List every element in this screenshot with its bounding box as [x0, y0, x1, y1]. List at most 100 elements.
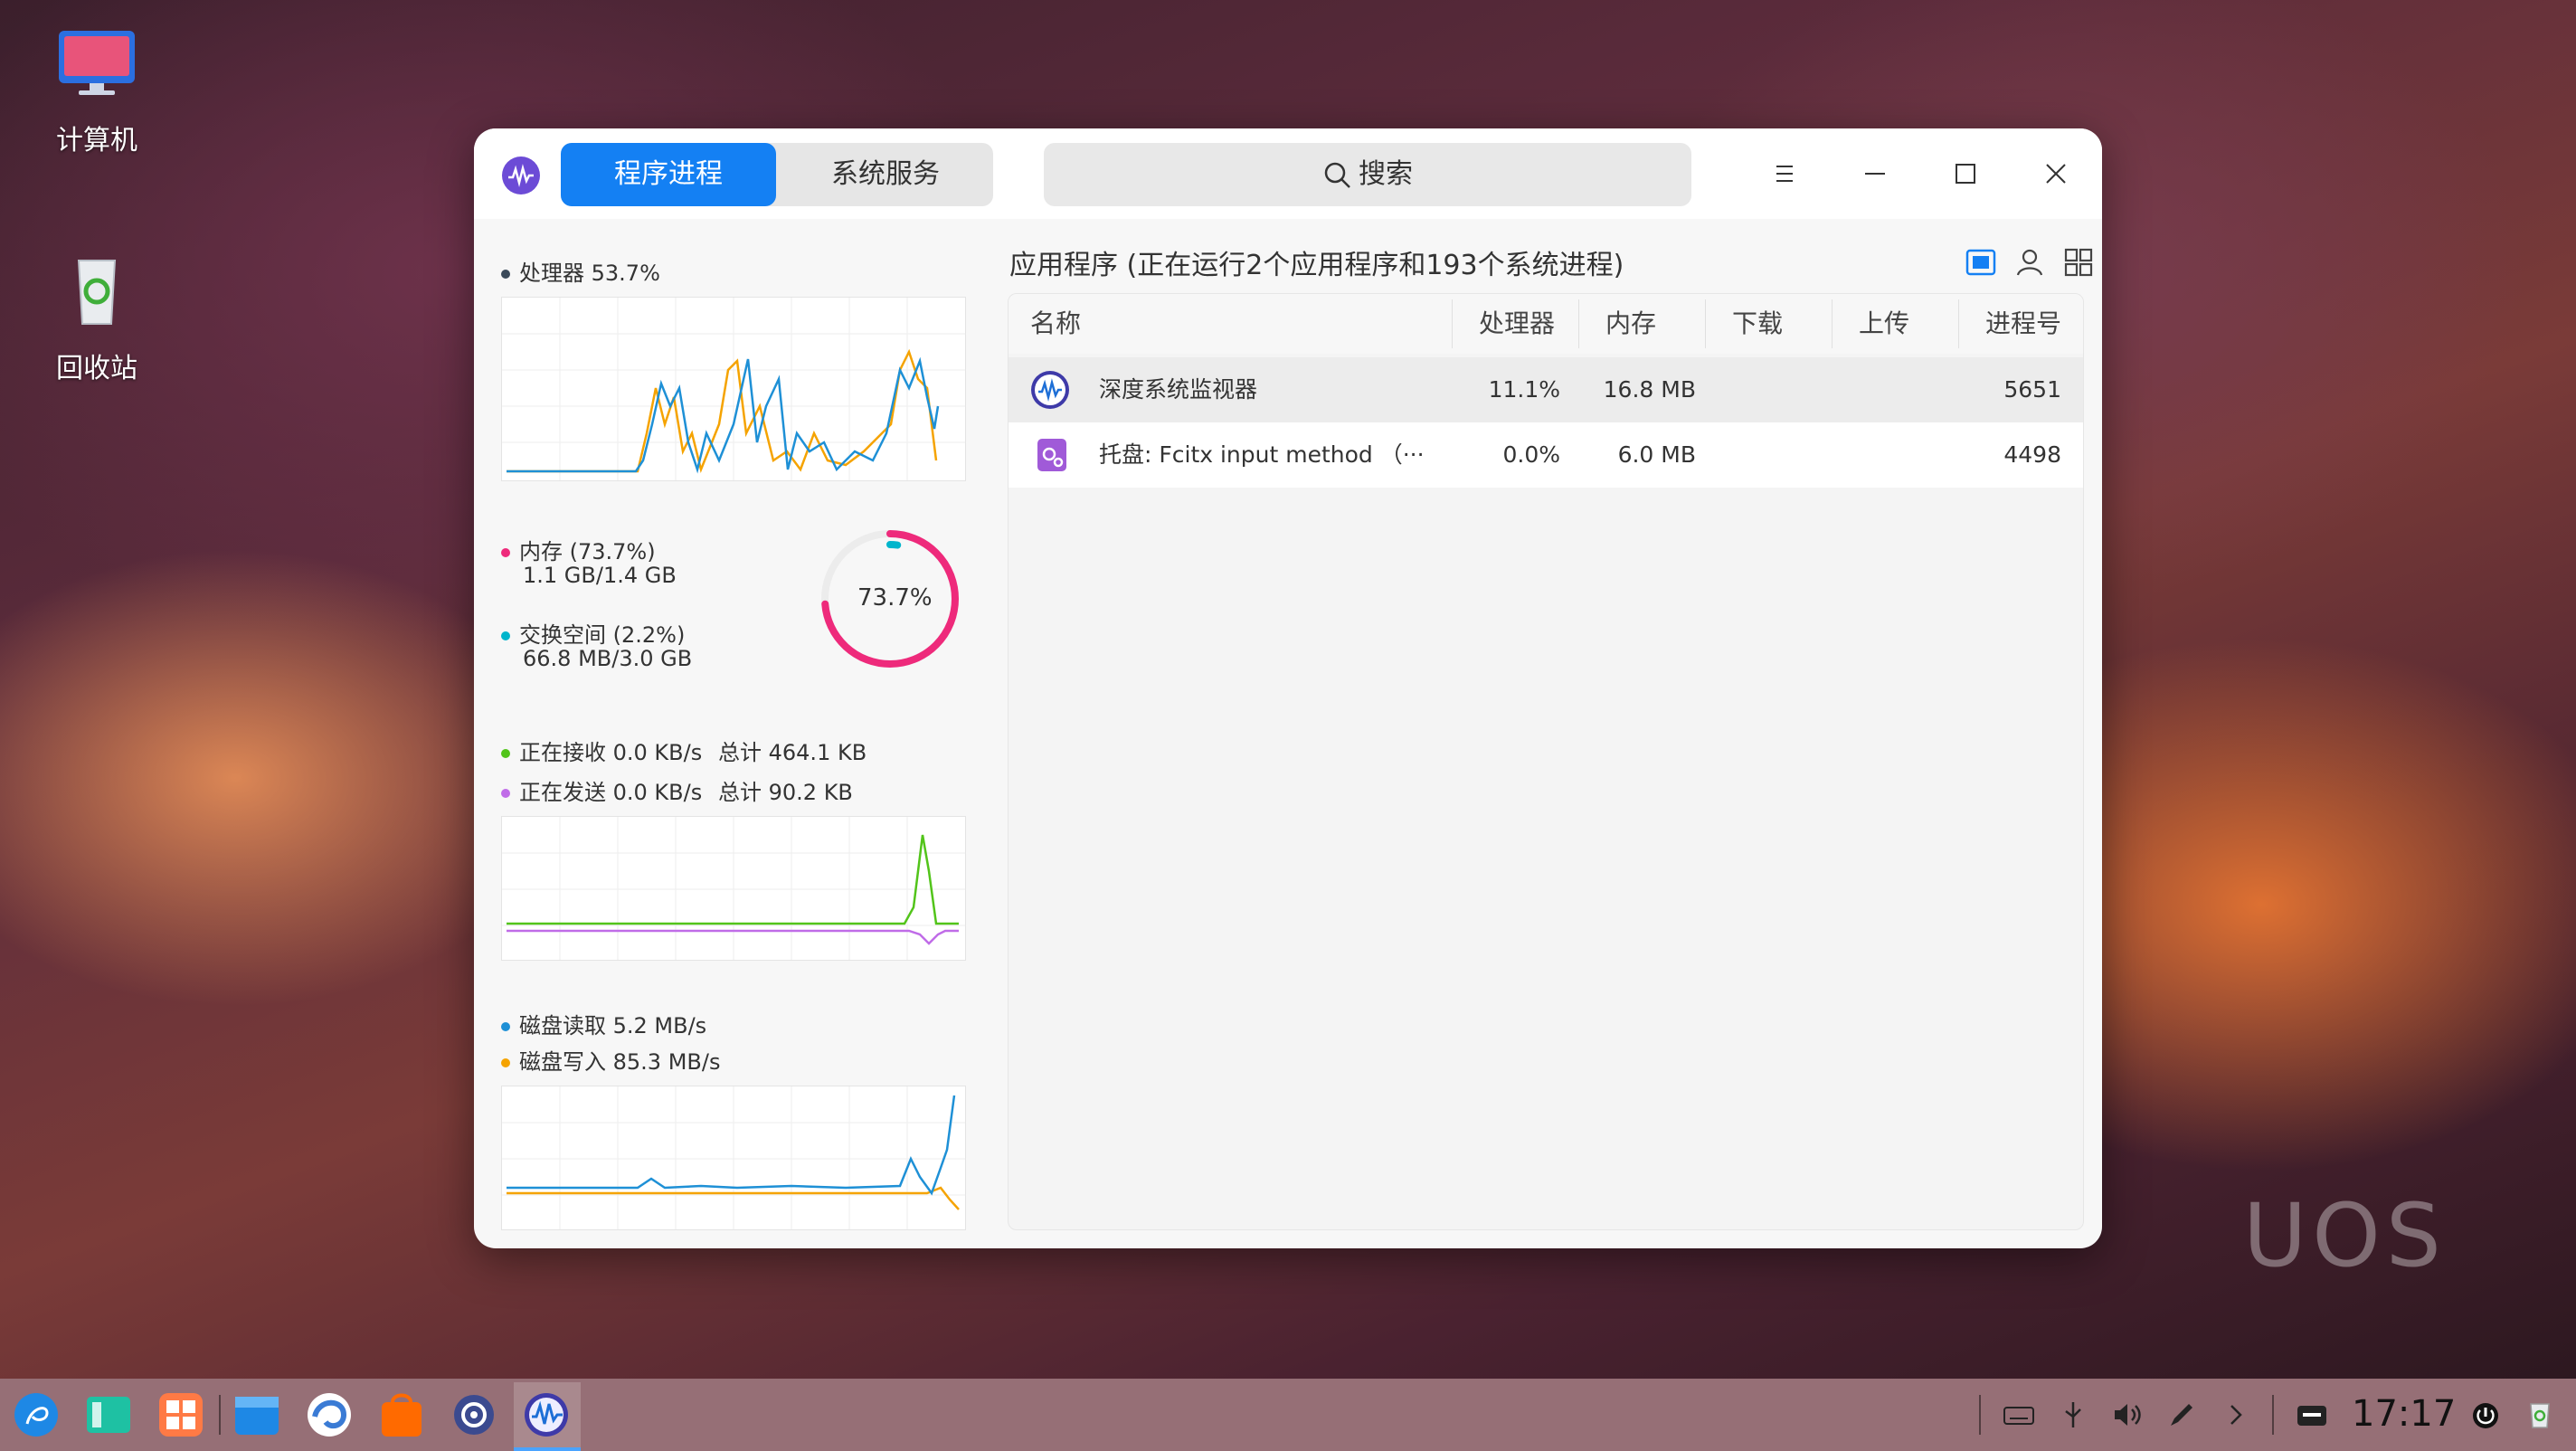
net-send-line: [507, 929, 959, 945]
trash-icon[interactable]: [2522, 1397, 2558, 1433]
column-header-name[interactable]: 名称: [1030, 294, 1081, 354]
maximize-icon[interactable]: [1943, 151, 1988, 196]
column-divider: [1832, 299, 1833, 348]
disk-write-label: 磁盘写入 85.3 MB/s: [501, 1044, 720, 1076]
all-view-icon[interactable]: [2060, 244, 2097, 280]
input-method-icon[interactable]: [2294, 1397, 2330, 1433]
recv-dot: [501, 749, 510, 758]
process-cpu: 0.0%: [1502, 441, 1560, 468]
minimize-icon[interactable]: [1852, 151, 1898, 196]
cpu-line-2: [507, 356, 940, 474]
cpu-chart: [501, 297, 966, 481]
process-memory: 16.8 MB: [1603, 376, 1696, 403]
system-monitor-icon[interactable]: [521, 1389, 572, 1440]
process-pid: 4498: [2003, 441, 2061, 468]
tab-group: 程序进程 系统服务: [561, 143, 993, 206]
memory-dot: [501, 548, 510, 557]
expand-arrow-icon[interactable]: [2218, 1397, 2254, 1433]
volume-icon[interactable]: [2109, 1397, 2145, 1433]
search-input[interactable]: 搜索: [1044, 143, 1691, 206]
search-placeholder: 搜索: [1359, 158, 1413, 190]
process-cpu: 11.1%: [1488, 376, 1560, 403]
pen-icon[interactable]: [2164, 1397, 2200, 1433]
column-divider: [1705, 299, 1706, 348]
taskbar: 17:17: [0, 1379, 2576, 1451]
send-dot: [501, 789, 510, 798]
cpu-dot: [501, 270, 510, 279]
app-view-icon[interactable]: [1963, 244, 1999, 280]
swap-dot: [501, 631, 510, 640]
disk-read-dot: [501, 1022, 510, 1031]
launcher-icon[interactable]: [11, 1389, 62, 1440]
clock[interactable]: 17:17: [2352, 1393, 2456, 1435]
desktop-icon-label: 回收站: [56, 353, 137, 384]
net-recv-line: [507, 834, 959, 925]
table-row[interactable]: 深度系统监视器 11.1% 16.8 MB 5651: [1009, 357, 2083, 422]
desktop-icon-label: 计算机: [56, 125, 137, 156]
network-chart: [501, 816, 966, 961]
column-header-upload[interactable]: 上传: [1859, 294, 1909, 354]
taskbar-divider: [2272, 1395, 2274, 1435]
close-icon[interactable]: [2033, 151, 2079, 196]
process-upload: [1841, 422, 1949, 488]
net-send-label: 正在发送 0.0 KB/s: [501, 774, 702, 806]
keyboard-icon[interactable]: [2001, 1397, 2037, 1433]
table-header: 名称 处理器 内存 下载 上传 进程号: [1009, 294, 2083, 354]
uos-watermark: UOS: [2243, 1185, 2447, 1286]
tab-services[interactable]: 系统服务: [778, 143, 993, 206]
desktop-icon-computer[interactable]: 计算机: [29, 27, 165, 157]
column-divider: [1958, 299, 1959, 348]
column-header-memory[interactable]: 内存: [1605, 294, 1656, 354]
disk-write-line: [507, 1186, 960, 1210]
system-monitor-icon: [1031, 371, 1069, 409]
titlebar: 程序进程 系统服务 搜索: [474, 128, 2102, 219]
memory-detail: 1.1 GB/1.4 GB: [523, 563, 677, 588]
system-monitor-logo-icon: [502, 156, 540, 194]
fcitx-tray-icon: [1037, 439, 1066, 471]
net-recv-total: 总计 464.1 KB: [718, 740, 867, 765]
net-send-total: 总计 90.2 KB: [718, 780, 853, 805]
process-download: [1714, 422, 1823, 488]
memory-ring-label: 73.7%: [857, 584, 933, 612]
file-manager-icon[interactable]: [232, 1389, 282, 1440]
column-divider: [1578, 299, 1579, 348]
process-download: [1714, 357, 1823, 422]
tab-processes[interactable]: 程序进程: [561, 143, 776, 206]
system-monitor-window: 程序进程 系统服务 搜索 处理器 53.7% 内存 (73.7%) 1.1 GB…: [474, 128, 2102, 1248]
menu-icon[interactable]: [1762, 151, 1807, 196]
column-header-cpu[interactable]: 处理器: [1479, 294, 1555, 354]
column-header-download[interactable]: 下载: [1732, 294, 1783, 354]
net-recv-label: 正在接收 0.0 KB/s: [501, 735, 702, 766]
taskbar-divider: [219, 1395, 221, 1435]
cpu-label: 处理器 53.7%: [501, 255, 660, 287]
disk-chart: [501, 1086, 966, 1230]
app-store-icon[interactable]: [156, 1389, 206, 1440]
search-icon: [1324, 162, 1350, 188]
column-header-pid[interactable]: 进程号: [1985, 294, 2061, 354]
store-icon[interactable]: [376, 1389, 427, 1440]
process-name: 深度系统监视器: [1099, 376, 1258, 403]
trash-icon: [77, 260, 117, 325]
settings-icon[interactable]: [449, 1389, 499, 1440]
process-pid: 5651: [2003, 376, 2061, 403]
swap-label: 交换空间 (2.2%): [501, 617, 685, 649]
browser-icon[interactable]: [304, 1389, 355, 1440]
swap-detail: 66.8 MB/3.0 GB: [523, 646, 693, 671]
usb-icon[interactable]: [2055, 1397, 2091, 1433]
memory-label: 内存 (73.7%): [501, 534, 656, 565]
process-table: 名称 处理器 内存 下载 上传 进程号 深度系统监视器 11.1% 16.8 M…: [1008, 293, 2084, 1230]
multitask-view-icon[interactable]: [83, 1389, 134, 1440]
disk-read-label: 磁盘读取 5.2 MB/s: [501, 1008, 706, 1039]
desktop-icon-trash[interactable]: 回收站: [29, 255, 165, 385]
power-icon[interactable]: [2467, 1397, 2504, 1433]
user-view-icon[interactable]: [2012, 244, 2048, 280]
process-list-title: 应用程序 (正在运行2个应用程序和193个系统进程): [1009, 250, 1624, 281]
column-divider: [1452, 299, 1453, 348]
table-row[interactable]: 托盘: Fcitx input method （··· 0.0% 6.0 MB …: [1009, 422, 2083, 488]
process-name: 托盘: Fcitx input method （···: [1099, 441, 1425, 468]
computer-icon: [59, 31, 135, 95]
disk-read-line: [507, 1095, 956, 1196]
process-upload: [1841, 357, 1949, 422]
disk-write-dot: [501, 1058, 510, 1067]
taskbar-divider: [1979, 1395, 1981, 1435]
